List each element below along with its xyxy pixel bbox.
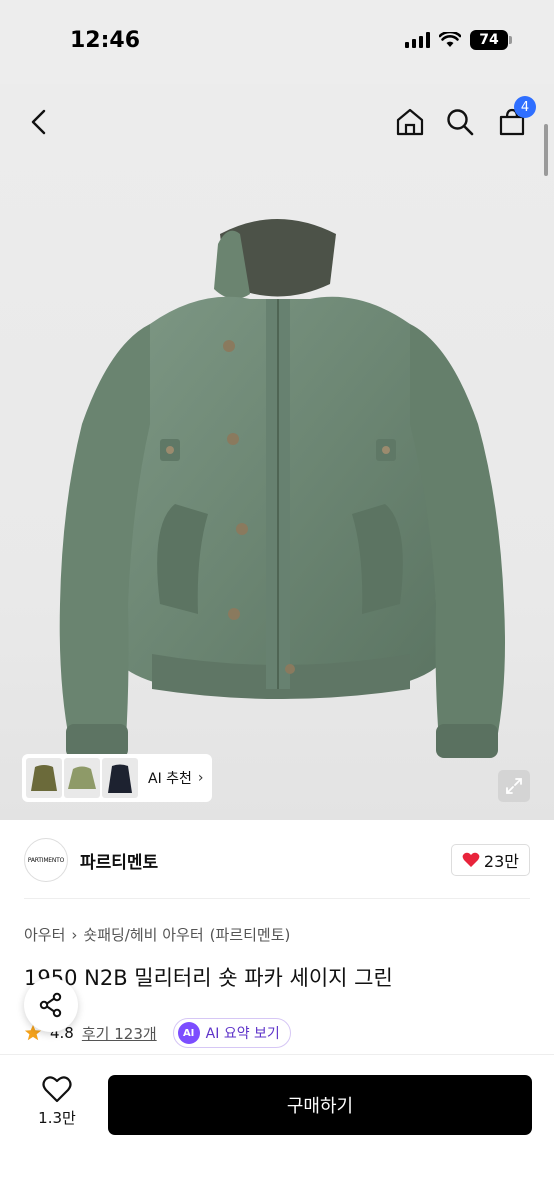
ai-summary-button[interactable]: AI AI 요약 보기 [172, 1018, 291, 1048]
search-icon [447, 109, 474, 136]
buy-button[interactable]: 구매하기 [108, 1075, 532, 1135]
reco-thumb-navy [102, 758, 138, 798]
search-button[interactable] [440, 102, 480, 142]
product-title: 1950 N2B 밀리터리 숏 파카 세이지 그린 [24, 966, 393, 990]
wishlist-count: 1.3만 [38, 1109, 76, 1127]
status-bar: 12:46 74 [0, 0, 554, 84]
ai-summary-label: AI 요약 보기 [205, 1026, 280, 1042]
brand-row: PARTIMENTO 파르티멘토 23만 [0, 834, 554, 890]
expand-image-button[interactable] [498, 770, 530, 802]
review-link[interactable]: 후기 123개 [82, 1023, 157, 1044]
breadcrumb-item-padding[interactable]: 숏패딩/헤비 아우터 [83, 924, 203, 945]
wishlist-button[interactable]: 1.3만 [28, 1075, 86, 1128]
home-icon [396, 108, 424, 136]
battery-indicator: 74 [470, 30, 512, 50]
share-button[interactable] [24, 978, 78, 1032]
jacket-illustration [59, 219, 505, 758]
home-button[interactable] [390, 102, 430, 142]
heart-filled-icon [462, 852, 480, 867]
reco-thumb-green [64, 758, 100, 798]
back-icon [31, 109, 46, 135]
status-icons: 74 [405, 30, 512, 50]
brand-like-button[interactable]: 23만 [450, 844, 530, 876]
signal-icon [405, 32, 430, 48]
expand-icon [506, 778, 522, 794]
cart-button[interactable]: 4 [492, 96, 536, 142]
chevron-right-icon: › [197, 770, 204, 786]
heart-icon [42, 1076, 72, 1103]
breadcrumb-separator: › [71, 925, 78, 944]
breadcrumb-item-brand[interactable]: (파르티멘토) [210, 924, 291, 945]
breadcrumb-item-outer[interactable]: 아우터 [24, 924, 65, 945]
divider [24, 898, 530, 899]
brand-name[interactable]: 파르티멘토 [80, 848, 158, 873]
top-navigation: 4 [0, 84, 554, 158]
status-time: 12:46 [70, 28, 141, 53]
ai-badge-icon: AI [177, 1022, 200, 1044]
reco-thumb-olive [26, 758, 62, 798]
brand-logo[interactable]: PARTIMENTO [24, 838, 68, 882]
brand-like-count: 23만 [483, 852, 519, 871]
wifi-icon [439, 32, 461, 47]
bottom-action-bar: 1.3만 구매하기 [0, 1054, 554, 1200]
back-button[interactable] [20, 102, 60, 142]
ai-recommend-chip[interactable]: AI 추천 › [22, 754, 212, 802]
product-image[interactable] [0, 84, 554, 820]
share-icon [39, 992, 62, 1018]
breadcrumb: 아우터 › 숏패딩/헤비 아우터 (파르티멘토) [24, 924, 290, 945]
cart-count-badge: 4 [514, 96, 536, 118]
reco-label: AI 추천 [148, 771, 192, 787]
scrollbar[interactable] [544, 124, 548, 176]
